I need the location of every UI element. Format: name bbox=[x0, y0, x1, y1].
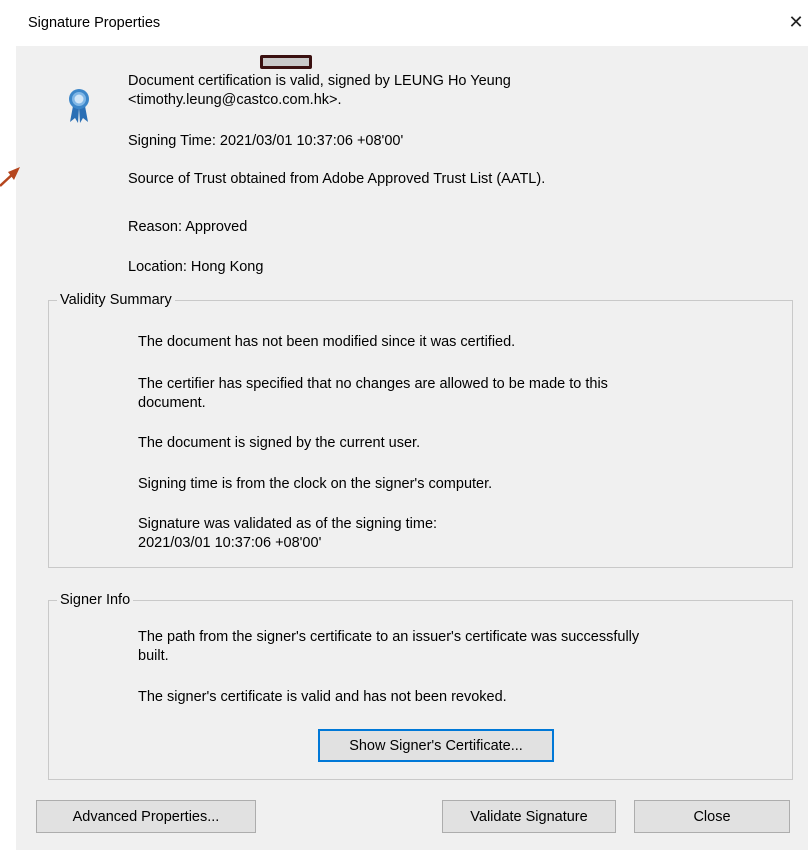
close-button[interactable]: Close bbox=[634, 800, 790, 833]
status-line-1: Document certification is valid, signed … bbox=[128, 73, 511, 89]
certification-ribbon-icon bbox=[69, 89, 89, 123]
validity-line: The certifier has specified that no chan… bbox=[138, 376, 608, 392]
location: Location: Hong Kong bbox=[128, 259, 264, 275]
signer-info-legend: Signer Info bbox=[60, 592, 131, 608]
redaction-box bbox=[260, 55, 312, 69]
signer-info-line: The signer's certificate is valid and ha… bbox=[138, 689, 507, 705]
status-line-2: <timothy.leung@castco.com.hk>. bbox=[128, 92, 342, 108]
validity-line: 2021/03/01 10:37:06 +08'00' bbox=[138, 535, 322, 551]
validity-line: Signature was validated as of the signin… bbox=[138, 516, 438, 532]
validity-line: The document has not been modified since… bbox=[138, 334, 516, 350]
close-window-icon[interactable]: ✕ bbox=[784, 10, 808, 34]
trust-source: Source of Trust obtained from Adobe Appr… bbox=[128, 171, 546, 187]
certification-status: Document certification is valid, signed … bbox=[128, 72, 778, 110]
validity-line: document. bbox=[138, 395, 206, 411]
validity-line: Signing time is from the clock on the si… bbox=[138, 476, 493, 492]
signer-info-line: The path from the signer's certificate t… bbox=[138, 629, 640, 645]
signer-info-line: built. bbox=[138, 648, 169, 664]
signature-properties-dialog: Signature Properties ✕ Document certific… bbox=[16, 0, 808, 850]
validity-line: The document is signed by the current us… bbox=[138, 435, 421, 451]
window-title: Signature Properties bbox=[28, 15, 161, 31]
validate-signature-button[interactable]: Validate Signature bbox=[442, 800, 616, 833]
title-bar: Signature Properties ✕ bbox=[16, 0, 808, 46]
signing-time: Signing Time: 2021/03/01 10:37:06 +08'00… bbox=[128, 133, 404, 149]
show-signers-certificate-button[interactable]: Show Signer's Certificate... bbox=[318, 729, 554, 762]
validity-summary-legend: Validity Summary bbox=[60, 292, 172, 308]
reason: Reason: Approved bbox=[128, 219, 248, 235]
annotation-arrow bbox=[0, 167, 20, 187]
advanced-properties-button[interactable]: Advanced Properties... bbox=[36, 800, 256, 833]
